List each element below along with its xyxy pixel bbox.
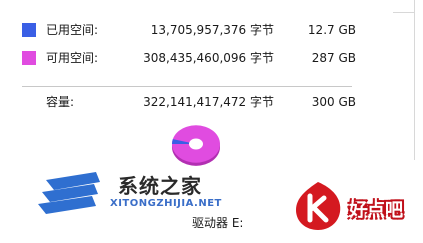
capacity-row: 容量: 322,141,417,472 字节 300 GB: [22, 92, 362, 112]
free-space-size: 287 GB: [311, 51, 356, 65]
haodianba-logo-icon: [296, 182, 341, 230]
free-space-row: 可用空间: 308,435,460,096 字节 287 GB: [22, 48, 362, 68]
used-space-size: 12.7 GB: [307, 23, 356, 37]
watermark-left-english: XITONGZHIJIA.NET: [110, 198, 222, 209]
free-space-swatch: [22, 51, 36, 65]
capacity-label: 容量:: [46, 95, 75, 109]
capacity-bytes: 322,141,417,472 字节: [143, 95, 274, 109]
used-space-row: 已用空间: 13,705,957,376 字节 12.7 GB: [22, 20, 362, 40]
used-space-bytes: 13,705,957,376 字节: [150, 23, 274, 37]
watermark-left-chinese: 系统之家: [118, 174, 202, 198]
donut-hole: [189, 138, 203, 150]
used-space-label: 已用空间:: [46, 23, 99, 37]
capacity-size: 300 GB: [311, 95, 356, 109]
separator-line: [22, 86, 352, 87]
used-space-swatch: [22, 23, 36, 37]
watermark-right-text: 好点吧: [349, 200, 403, 221]
disk-usage-donut-svg: [172, 125, 220, 166]
disk-usage-donut: [166, 114, 226, 174]
disk-properties-panel: 已用空间: 13,705,957,376 字节 12.7 GB 可用空间: 30…: [0, 0, 423, 243]
window-edge-top: [393, 0, 415, 13]
window-edge-right: [414, 0, 415, 160]
free-space-label: 可用空间:: [46, 51, 99, 65]
free-space-bytes: 308,435,460,096 字节: [143, 51, 274, 65]
